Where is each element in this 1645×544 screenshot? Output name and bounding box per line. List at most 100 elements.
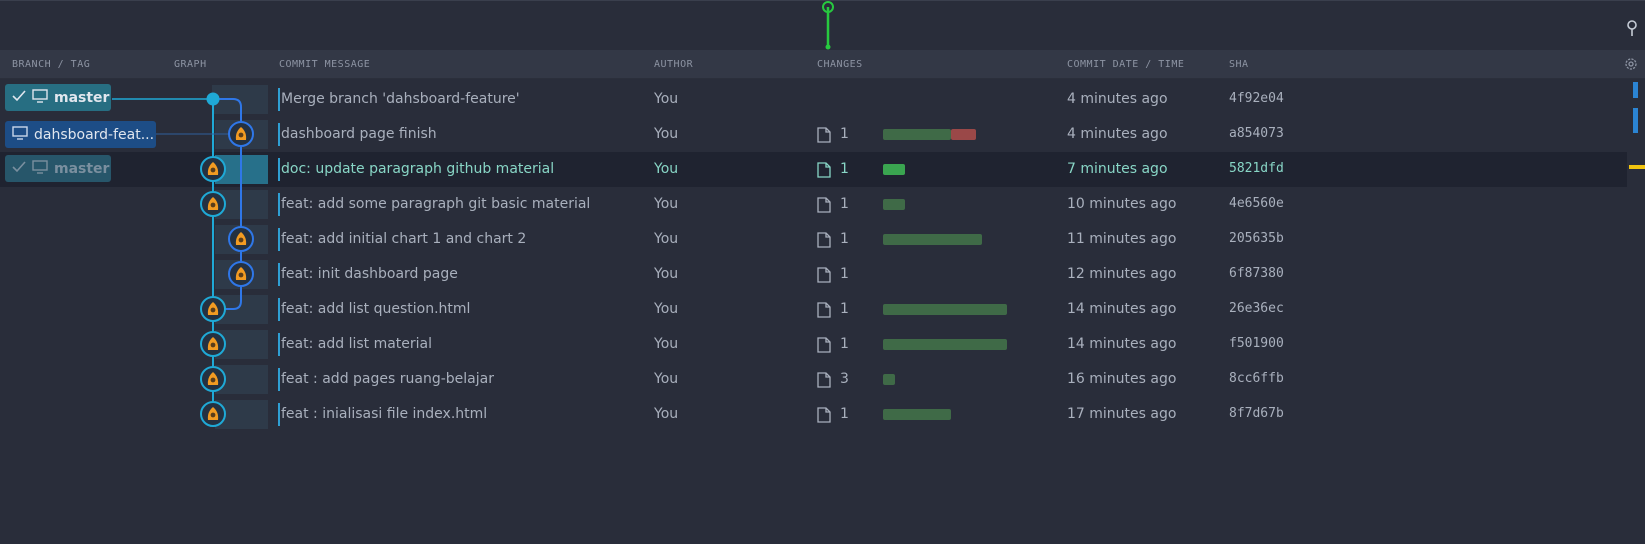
commit-date: 14 minutes ago [1067,336,1177,352]
commit-date: 4 minutes ago [1067,126,1168,142]
file-icon [817,127,831,143]
file-icon [817,372,831,388]
avatar-icon [210,342,216,348]
monitor-icon [32,159,48,178]
commit-date: 16 minutes ago [1067,371,1177,387]
commit-date: 17 minutes ago [1067,406,1177,422]
commit-message: Merge branch 'dahsboard-feature' [281,91,520,107]
file-icon [817,407,831,423]
head-marker-icon [822,1,834,50]
header-author[interactable]: AUTHOR [654,59,693,70]
branch-tag-dahsboard-feature[interactable]: dahsboard-feat... [5,121,156,148]
commit-sha: a854073 [1229,126,1284,141]
file-icon [817,337,831,353]
commit-message: feat : add pages ruang-belajar [281,371,494,387]
commit-date: 10 minutes ago [1067,196,1177,212]
commit-author: You [654,91,679,107]
avatar-icon [238,132,244,138]
avatar-icon [210,377,216,383]
changed-files-count: 1 [840,266,849,282]
additions-bar [883,304,1007,315]
selected-scroll-marker [1629,165,1645,169]
commit-sha: 205635b [1229,231,1284,246]
commit-message: feat: add initial chart 1 and chart 2 [281,231,527,247]
additions-bar [883,199,905,210]
gear-icon[interactable] [1623,56,1639,72]
changed-files-count: 1 [840,406,849,422]
branch-tag-master-remote[interactable]: master [5,155,111,182]
commit-author: You [654,336,679,352]
commit-sha: 5821dfd [1229,161,1284,176]
commit-icon[interactable] [1623,17,1641,37]
scroll-marker [1633,108,1638,133]
commit-sha: f501900 [1229,336,1284,351]
commit-author: You [654,126,679,142]
commit-author: You [654,161,679,177]
branch-label: master [54,89,110,106]
commit-author: You [654,371,679,387]
file-icon [817,162,831,178]
additions-bar [883,164,905,175]
check-icon [12,160,26,177]
avatar-icon [210,412,216,418]
commit-date: 12 minutes ago [1067,266,1177,282]
commit-date: 4 minutes ago [1067,91,1168,107]
branch-label: dahsboard-feat... [34,126,155,143]
commit-author: You [654,266,679,282]
commit-message: feat: init dashboard page [281,266,458,282]
header-commit-message[interactable]: COMMIT MESSAGE [279,59,370,70]
branch-tag-master[interactable]: master [5,84,111,111]
scroll-marker [1633,82,1638,98]
avatar-icon [238,272,244,278]
header-commit-date[interactable]: COMMIT DATE / TIME [1067,59,1184,70]
file-icon [817,267,831,283]
commit-author: You [654,231,679,247]
commit-sha: 8f7d67b [1229,406,1284,421]
file-icon [817,232,831,248]
additions-bar [883,374,895,385]
commit-author: You [654,301,679,317]
commit-sha: 4e6560e [1229,196,1284,211]
avatar-icon [210,307,216,313]
commit-author: You [654,196,679,212]
commit-message: feat: add list question.html [281,301,471,317]
commit-sha: 6f87380 [1229,266,1284,281]
changed-files-count: 1 [840,161,849,177]
changed-files-count: 1 [840,336,849,352]
monitor-icon [32,88,48,107]
changed-files-count: 1 [840,126,849,142]
monitor-icon [12,125,28,144]
branch-label: master [54,160,110,177]
commit-message: feat: add list material [281,336,433,352]
additions-bar [883,129,951,140]
avatar-icon [238,237,244,243]
commit-date: 7 minutes ago [1067,161,1168,177]
commit-message: dashboard page finish [281,126,437,142]
deletions-bar [951,129,976,140]
header-sha[interactable]: SHA [1229,59,1249,70]
additions-bar [883,339,1007,350]
changed-files-count: 3 [840,371,849,387]
commit-message: feat : inialisasi file index.html [281,406,488,422]
check-icon [12,89,26,106]
merge-commit-node [206,92,220,106]
avatar-icon [210,202,216,208]
commit-date: 11 minutes ago [1067,231,1177,247]
commit-message: feat: add some paragraph git basic mater… [281,196,591,212]
additions-bar [883,234,982,245]
changed-files-count: 1 [840,196,849,212]
header-changes[interactable]: CHANGES [817,59,863,70]
commit-sha: 26e36ec [1229,301,1284,316]
commit-sha: 4f92e04 [1229,91,1284,106]
additions-bar [883,409,951,420]
file-icon [817,302,831,318]
avatar-icon [210,167,216,173]
file-icon [817,197,831,213]
commit-sha: 8cc6ffb [1229,371,1284,386]
commit-message: doc: update paragraph github material [281,161,555,177]
changed-files-count: 1 [840,231,849,247]
changed-files-count: 1 [840,301,849,317]
commit-graph [112,92,254,427]
commit-author: You [654,406,679,422]
commit-date: 14 minutes ago [1067,301,1177,317]
